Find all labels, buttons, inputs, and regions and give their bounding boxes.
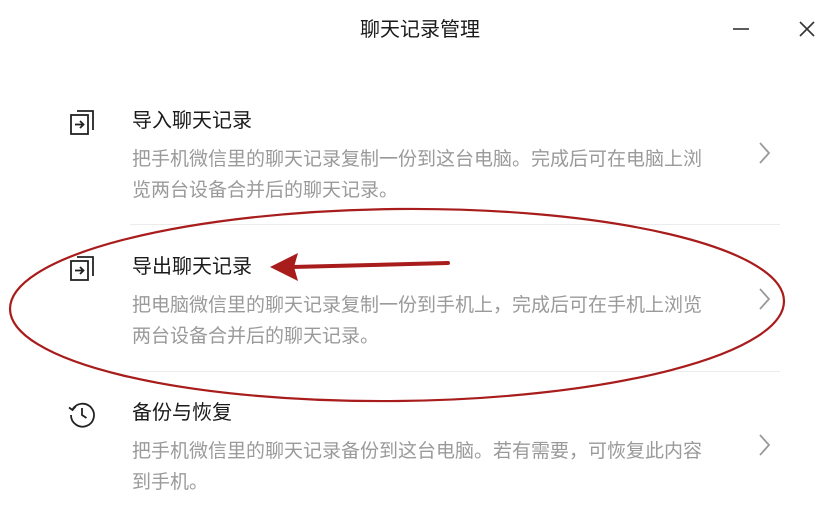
divider	[130, 224, 780, 225]
export-chat-history-item[interactable]: 导出聊天记录 把电脑微信里的聊天记录复制一份到手机上，完成后可在手机上浏览两台设…	[60, 246, 780, 370]
import-chat-history-item[interactable]: 导入聊天记录 把手机微信里的聊天记录复制一份到这台电脑。完成后可在电脑上浏览两台…	[60, 100, 780, 224]
history-icon	[66, 398, 98, 430]
chevron-right-icon	[756, 140, 772, 166]
close-icon	[799, 21, 815, 37]
export-item-title: 导出聊天记录	[132, 254, 252, 278]
import-item-title: 导入聊天记录	[132, 108, 252, 132]
chevron-right-icon	[756, 286, 772, 312]
close-button[interactable]	[790, 12, 824, 46]
minimize-button[interactable]	[724, 12, 758, 46]
backup-item-description: 把手机微信里的聊天记录备份到这台电脑。若有需要，可恢复此内容到手机。	[132, 440, 703, 493]
window-title: 聊天记录管理	[360, 17, 480, 41]
chat-history-manager-window: 聊天记录管理 导入聊天记录 把手机微信里的聊天记录复制一份到这台电脑。完成后可在…	[0, 0, 840, 506]
export-item-description: 把电脑微信里的聊天记录复制一份到手机上，完成后可在手机上浏览两台设备合并后的聊天…	[132, 294, 703, 347]
import-icon	[66, 106, 98, 138]
import-item-description: 把手机微信里的聊天记录复制一份到这台电脑。完成后可在电脑上浏览两台设备合并后的聊…	[132, 148, 703, 201]
minimize-icon	[733, 28, 749, 30]
divider	[130, 371, 780, 372]
export-icon	[66, 252, 98, 284]
backup-restore-item[interactable]: 备份与恢复 把手机微信里的聊天记录备份到这台电脑。若有需要，可恢复此内容到手机。	[60, 392, 780, 506]
backup-item-title: 备份与恢复	[132, 400, 232, 424]
chevron-right-icon	[756, 432, 772, 458]
